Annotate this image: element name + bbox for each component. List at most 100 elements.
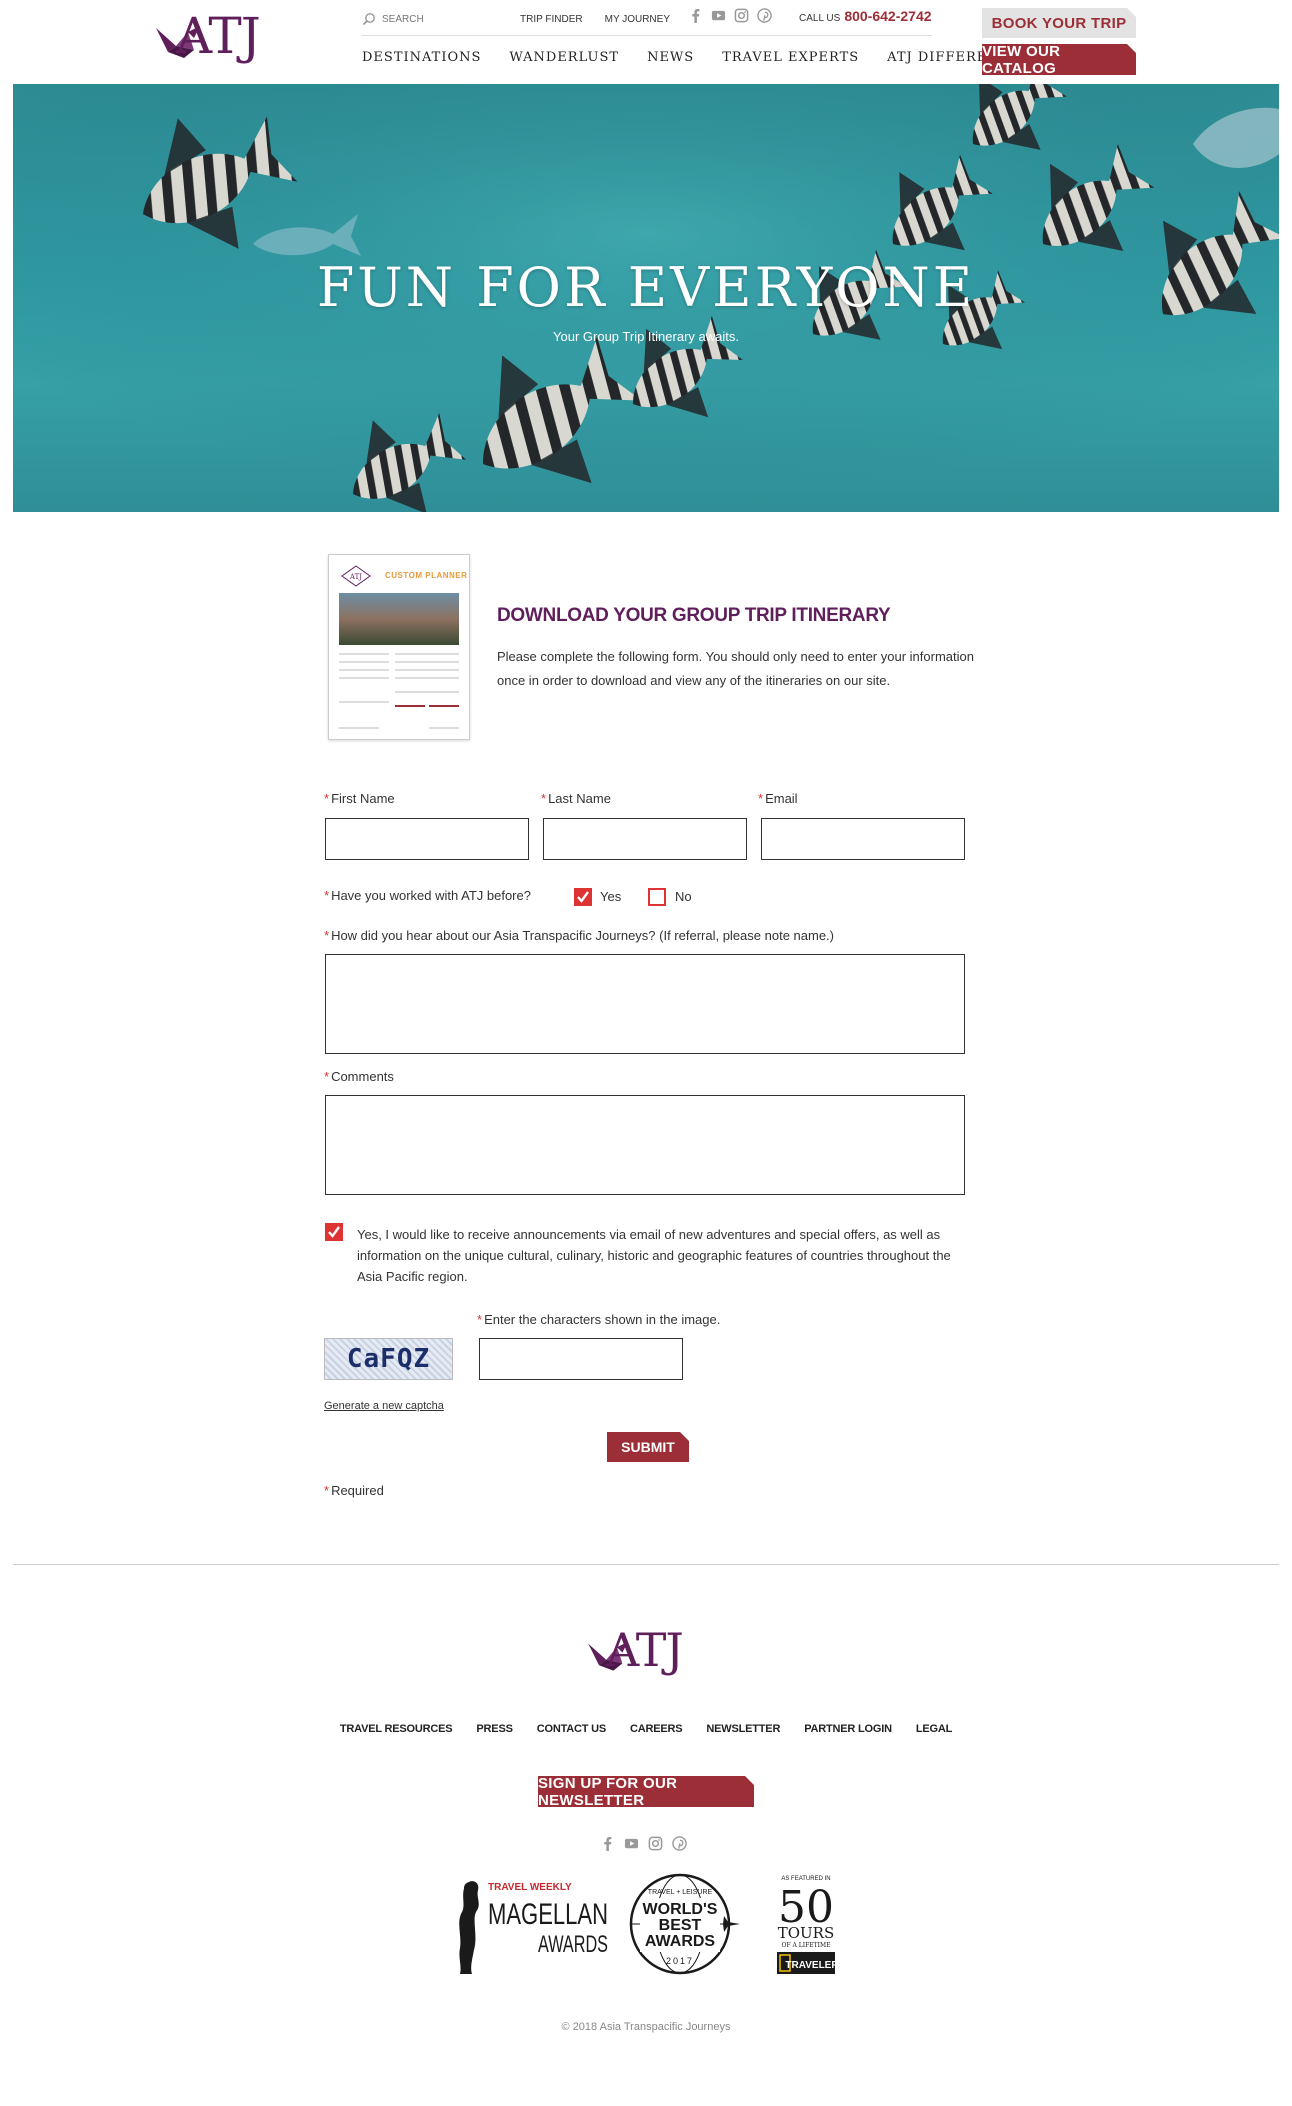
magellan-awards-badge: TRAVEL WEEKLY MAGELLAN AWARDS [459, 1881, 608, 1974]
footer-social-icons [600, 1836, 687, 1851]
instagram-icon[interactable] [734, 8, 749, 23]
last-name-label: * Last Name [541, 791, 611, 806]
magellan-big: MAGELLAN [488, 1898, 608, 1931]
newsletter-signup-label: SIGN UP FOR OUR NEWSLETTER [538, 1774, 678, 1809]
submit-button[interactable]: SUBMIT [607, 1432, 689, 1462]
nav-travel-experts[interactable]: TRAVEL EXPERTS [722, 50, 859, 65]
worked-yes-label: Yes [600, 889, 622, 904]
view-catalog-button[interactable]: VIEW OUR CATALOG [982, 43, 1136, 77]
captcha-text: CaFQZ [346, 1344, 431, 1374]
comments-textarea[interactable] [325, 1095, 965, 1195]
first-name-field[interactable] [325, 818, 529, 860]
facebook-icon[interactable] [688, 8, 703, 23]
footer-link-contact-us[interactable]: CONTACT US [537, 1723, 606, 1735]
worlds-best-top: TRAVEL + LEISURE [648, 1889, 713, 1896]
worlds-best-line2: BEST [659, 1917, 702, 1934]
custom-planner-thumbnail: ATJ CUSTOM PLANNER [328, 554, 470, 740]
facebook-icon[interactable] [600, 1836, 615, 1851]
planner-thumb-photo [339, 593, 459, 645]
hero-title: FUN FOR EVERYONE [316, 256, 976, 319]
tours-pub: TRAVELER [785, 1960, 838, 1971]
my-journey-link[interactable]: MY JOURNEY [605, 14, 670, 25]
pinterest-icon[interactable] [672, 1836, 687, 1851]
magellan-sub: AWARDS [538, 1931, 608, 1958]
footer-link-careers[interactable]: CAREERS [630, 1723, 683, 1735]
phone-number[interactable]: 800-642-2742 [844, 8, 931, 24]
footer-link-press[interactable]: PRESS [476, 1723, 512, 1735]
thumb-line [429, 705, 459, 707]
logo-text: ATJ [176, 7, 261, 65]
worlds-best-awards-badge: TRAVEL + LEISURE WORLD'S BEST AWARDS 201… [629, 1873, 740, 1975]
youtube-icon[interactable] [711, 8, 726, 23]
worked-before-text: Have you worked with ATJ before? [331, 888, 531, 903]
instagram-icon[interactable] [648, 1836, 663, 1851]
email-label: * Email [758, 791, 798, 806]
required-asterisk: * [758, 791, 764, 806]
search-input[interactable] [382, 13, 502, 25]
plane-icon [723, 1916, 740, 1932]
worked-no-label: No [675, 889, 692, 904]
required-note: * Required [324, 1483, 384, 1498]
footer-divider [13, 1564, 1279, 1565]
new-captcha-link[interactable]: Generate a new captcha [324, 1400, 444, 1412]
comments-label-text: Comments [331, 1069, 394, 1084]
hero-banner: FUN FOR EVERYONE Your Group Trip Itinera… [13, 84, 1279, 512]
checkmark-icon [328, 1226, 340, 1238]
optin-text: Yes, I would like to receive announcemen… [357, 1227, 951, 1284]
email-field[interactable] [761, 818, 965, 860]
footer-link-newsletter[interactable]: NEWSLETTER [706, 1723, 780, 1735]
worlds-best-year: 2017 [666, 1956, 694, 1966]
phone-contact: CALL US 800-642-2742 [799, 8, 932, 24]
header-search[interactable] [362, 10, 512, 28]
footer-link-travel-resources[interactable]: TRAVEL RESOURCES [340, 1723, 453, 1735]
required-asterisk: * [324, 888, 330, 903]
required-asterisk: * [324, 928, 330, 943]
site-header: ATJ TRIP FINDER MY JOURNEY CALL US 800-6… [0, 0, 1292, 84]
main-nav: DESTINATIONS WANDERLUST NEWS TRAVEL EXPE… [362, 50, 1049, 65]
hear-about-text: How did you hear about our Asia Transpac… [331, 928, 834, 943]
worked-no-checkbox[interactable] [648, 888, 666, 906]
search-icon [362, 13, 375, 26]
corner-fold [745, 1776, 754, 1785]
book-your-trip-label: BOOK YOUR TRIP [991, 14, 1127, 32]
last-name-field[interactable] [543, 818, 747, 860]
nav-wanderlust[interactable]: WANDERLUST [509, 50, 619, 65]
optin-checkbox[interactable] [325, 1223, 343, 1241]
thumb-line [339, 727, 379, 729]
call-us-label: CALL US [799, 13, 841, 24]
youtube-icon[interactable] [624, 1836, 639, 1851]
captcha-label: * Enter the characters shown in the image… [477, 1312, 720, 1327]
thumb-line [395, 691, 459, 693]
captcha-label-text: Enter the characters shown in the image. [484, 1312, 721, 1327]
atj-logo[interactable]: ATJ [154, 7, 261, 65]
comments-label: * Comments [324, 1069, 394, 1084]
required-asterisk: * [477, 1312, 483, 1327]
worked-before-question: * Have you worked with ATJ before? [324, 888, 531, 903]
copyright: © 2018 Asia Transpacific Journeys [561, 2021, 731, 2033]
pinterest-icon[interactable] [757, 8, 772, 23]
corner-fold [1127, 44, 1136, 53]
thumb-line [395, 705, 425, 707]
worlds-best-line1: WORLD'S [643, 1901, 718, 1918]
nav-news[interactable]: NEWS [647, 50, 694, 65]
thumb-line [339, 701, 389, 703]
thumb-line [339, 669, 389, 671]
worlds-best-line3: AWARDS [645, 1933, 716, 1950]
footer-link-partner-login[interactable]: PARTNER LOGIN [804, 1723, 892, 1735]
book-your-trip-button[interactable]: BOOK YOUR TRIP [982, 8, 1136, 38]
trip-finder-link[interactable]: TRIP FINDER [520, 14, 583, 25]
hear-about-textarea[interactable] [325, 954, 965, 1054]
worked-yes-checkbox[interactable] [574, 888, 592, 906]
corner-fold [680, 1432, 689, 1441]
footer-atj-logo[interactable]: ATJ [586, 1624, 684, 1676]
thumb-line [395, 669, 459, 671]
required-asterisk: * [324, 1069, 330, 1084]
footer-link-legal[interactable]: LEGAL [916, 1723, 952, 1735]
captcha-input[interactable] [479, 1338, 683, 1380]
newsletter-signup-button[interactable]: SIGN UP FOR OUR NEWSLETTER [538, 1774, 754, 1809]
captcha-image: CaFQZ [324, 1338, 453, 1380]
nav-destinations[interactable]: DESTINATIONS [362, 50, 481, 65]
hear-about-label: * How did you hear about our Asia Transpa… [324, 928, 834, 943]
submit-label: SUBMIT [621, 1439, 675, 1455]
fifty-tours-badge: AS FEATURED IN 50 TOURS OF A LIFETIME TR… [777, 1876, 838, 1974]
